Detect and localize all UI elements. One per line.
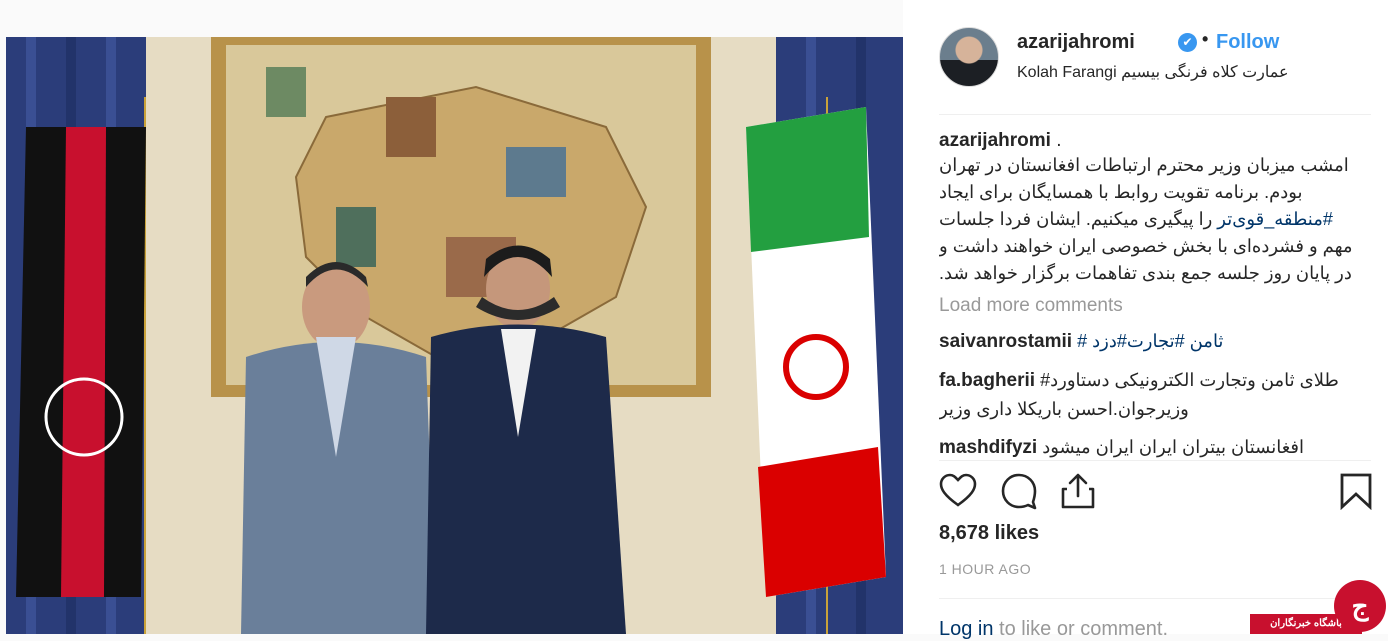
caption: azarijahromi . امشب میزبان وزیر محترم ار… [939, 130, 1371, 287]
comment-username[interactable]: saivanrostamii [939, 331, 1072, 352]
comment-icon[interactable] [1000, 472, 1038, 510]
caption-line: #منطقه_قوی‌تر را پیگیری میکنیم. ایشان فر… [939, 206, 1371, 233]
watermark: باشگاه خبرنگاران ج [1250, 578, 1388, 634]
caption-line: بودم. برنامه تقویت روابط با همسایگان برا… [939, 182, 1303, 202]
caption-username-suffix: . [1050, 130, 1062, 151]
caption-line: مهم و فشرده‌ای با بخش خصوصی ایران خواهند… [939, 236, 1353, 256]
comment-item: fa.bagherii #طلای ثامن وتجارت الکترونیکی… [939, 366, 1371, 423]
post-username[interactable]: azarijahromi [1017, 31, 1135, 54]
comment-username[interactable]: mashdifyzi [939, 437, 1037, 458]
post-photo[interactable] [6, 37, 903, 634]
login-prompt-text: to like or comment. [993, 618, 1169, 640]
comment-username[interactable]: fa.bagherii [939, 370, 1035, 391]
verified-badge-icon: ✔ [1178, 33, 1197, 52]
share-icon[interactable] [1059, 472, 1097, 510]
avatar[interactable] [939, 27, 999, 87]
follow-button[interactable]: Follow [1216, 31, 1279, 54]
comment-item: saivanrostamii # ثامن #تجارت#دزد [939, 327, 1371, 356]
comment-text[interactable]: # ثامن #تجارت#دزد [1077, 331, 1223, 351]
hashtag-link[interactable]: #منطقه_قوی‌تر [1217, 209, 1333, 229]
post-header: azarijahromi ✔ • Follow Kolah Farangi عم… [939, 27, 1369, 87]
likes-count[interactable]: 8,678 likes [939, 522, 1039, 545]
watermark-logo-icon: ج [1334, 580, 1386, 632]
bookmark-icon[interactable] [1337, 472, 1375, 510]
separator-dot: • [1202, 29, 1209, 49]
caption-line-rest: را پیگیری میکنیم. ایشان فردا جلسات [939, 209, 1218, 229]
comment-item: mashdifyzi افغانستان بیتران ایران ایران … [939, 433, 1371, 458]
login-prompt: Log in to like or comment. [939, 618, 1168, 641]
login-link[interactable]: Log in [939, 618, 994, 640]
heart-icon[interactable] [939, 472, 977, 510]
post-timestamp: 1 HOUR AGO [939, 561, 1032, 577]
caption-line: امشب میزبان وزیر محترم ارتباطات افغانستا… [939, 155, 1349, 175]
action-bar [939, 472, 1372, 512]
post-sidebar: azarijahromi ✔ • Follow Kolah Farangi عم… [903, 0, 1388, 640]
comments-list[interactable]: azarijahromi . امشب میزبان وزیر محترم ار… [939, 130, 1371, 458]
caption-line: در پایان روز جلسه جمع بندی تفاهمات برگزا… [939, 263, 1352, 283]
photo-area [0, 0, 903, 634]
header-divider [939, 114, 1371, 115]
load-more-comments-button[interactable]: Load more comments [939, 295, 1371, 317]
location-link[interactable]: Kolah Farangi عمارت کلاه فرنگی بیسیم [1017, 62, 1289, 82]
caption-username[interactable]: azarijahromi [939, 130, 1051, 151]
comments-divider [939, 460, 1371, 461]
comment-text: افغانستان بیتران ایران ایران میشود [1042, 437, 1304, 457]
